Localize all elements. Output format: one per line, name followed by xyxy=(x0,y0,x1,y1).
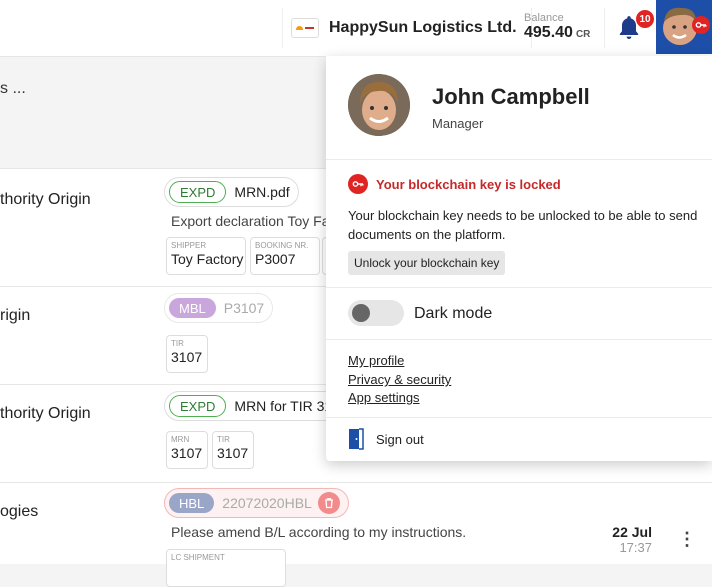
company-switcher[interactable]: HappySun Logistics Ltd. xyxy=(282,8,532,48)
field-tir: TIR 3107 xyxy=(212,431,254,469)
divider xyxy=(326,287,712,288)
divider xyxy=(326,159,712,160)
blockchain-lock-status: Your blockchain key is locked xyxy=(348,174,561,194)
row-description: Export declaration Toy Fact xyxy=(171,213,341,229)
unlock-key-button[interactable]: Unlock your blockchain key xyxy=(348,251,506,275)
dark-mode-toggle[interactable] xyxy=(348,300,404,326)
trash-icon[interactable] xyxy=(317,492,340,514)
row-label: rigin xyxy=(0,307,31,324)
lock-description: Your blockchain key needs to be unlocked… xyxy=(348,208,698,242)
field-booking: BOOKING NR. P3007 xyxy=(250,237,320,275)
row-label: thority Origin xyxy=(0,191,91,208)
divider xyxy=(326,339,712,340)
doc-name: MRN.pdf xyxy=(234,184,290,200)
date-time: 17:37 xyxy=(619,540,652,555)
row-label: thority Origin xyxy=(0,405,91,422)
row-label: ogies xyxy=(0,503,39,520)
profile-name: John Campbell xyxy=(432,84,590,109)
notification-badge: 10 xyxy=(636,10,654,28)
doc-name: 22072020HBL xyxy=(222,495,312,511)
document-chip[interactable]: HBL 22072020HBL xyxy=(164,488,349,518)
balance-value: 495.40 xyxy=(524,24,573,41)
balance-label: Balance xyxy=(524,12,564,24)
doc-type-tag: MBL xyxy=(169,298,216,318)
doc-name: MRN for TIR 310 xyxy=(234,398,340,414)
company-name: HappySun Logistics Ltd. xyxy=(329,19,517,36)
profile-role: Manager xyxy=(432,116,484,131)
user-avatar-button[interactable] xyxy=(656,0,712,54)
doc-type-tag: EXPD xyxy=(169,395,227,417)
sign-out-label: Sign out xyxy=(376,431,424,447)
field-tir: TIR 3107 xyxy=(166,335,208,373)
doc-type-tag: HBL xyxy=(169,493,215,513)
field-lc-shipment: LC SHIPMENT xyxy=(166,549,286,587)
divider xyxy=(326,417,712,418)
more-options-icon[interactable]: ⋮ xyxy=(678,529,696,550)
table-row[interactable]: ogies HBL 22072020HBL Please amend B/L a… xyxy=(0,482,712,587)
sign-out-button[interactable]: Sign out xyxy=(348,428,424,450)
profile-menu: John Campbell Manager Your blockchain ke… xyxy=(326,56,712,461)
my-profile-link[interactable]: My profile xyxy=(348,353,404,368)
document-chip[interactable]: EXPD MRN for TIR 310 xyxy=(164,391,349,421)
dark-mode-label: Dark mode xyxy=(414,305,493,322)
door-exit-icon xyxy=(349,428,364,450)
key-locked-icon xyxy=(348,174,368,194)
row-description: Please amend B/L according to my instruc… xyxy=(171,524,467,540)
document-chip[interactable]: MBL P3107 xyxy=(164,293,274,323)
balance-display: Balance 495.40 CR xyxy=(512,8,606,48)
lock-title: Your blockchain key is locked xyxy=(376,176,561,192)
app-settings-link[interactable]: App settings xyxy=(348,390,420,405)
doc-name: P3107 xyxy=(223,300,265,316)
privacy-security-link[interactable]: Privacy & security xyxy=(348,372,451,387)
balance-unit: CR xyxy=(575,29,591,40)
profile-avatar xyxy=(348,74,410,136)
date-day: 22 Jul xyxy=(612,524,652,540)
row-date: 22 Jul 17:37 xyxy=(600,524,652,555)
key-locked-icon xyxy=(692,16,710,34)
search-text-fragment: s ... xyxy=(0,80,26,97)
field-shipper: SHIPPER Toy Factory xyxy=(166,237,246,275)
field-mrn: MRN 3107 xyxy=(166,431,208,469)
doc-type-tag: EXPD xyxy=(169,181,227,203)
company-logo xyxy=(291,18,319,38)
top-bar: HappySun Logistics Ltd. Balance 495.40 CR… xyxy=(0,0,712,57)
document-chip[interactable]: EXPD MRN.pdf xyxy=(164,177,299,207)
